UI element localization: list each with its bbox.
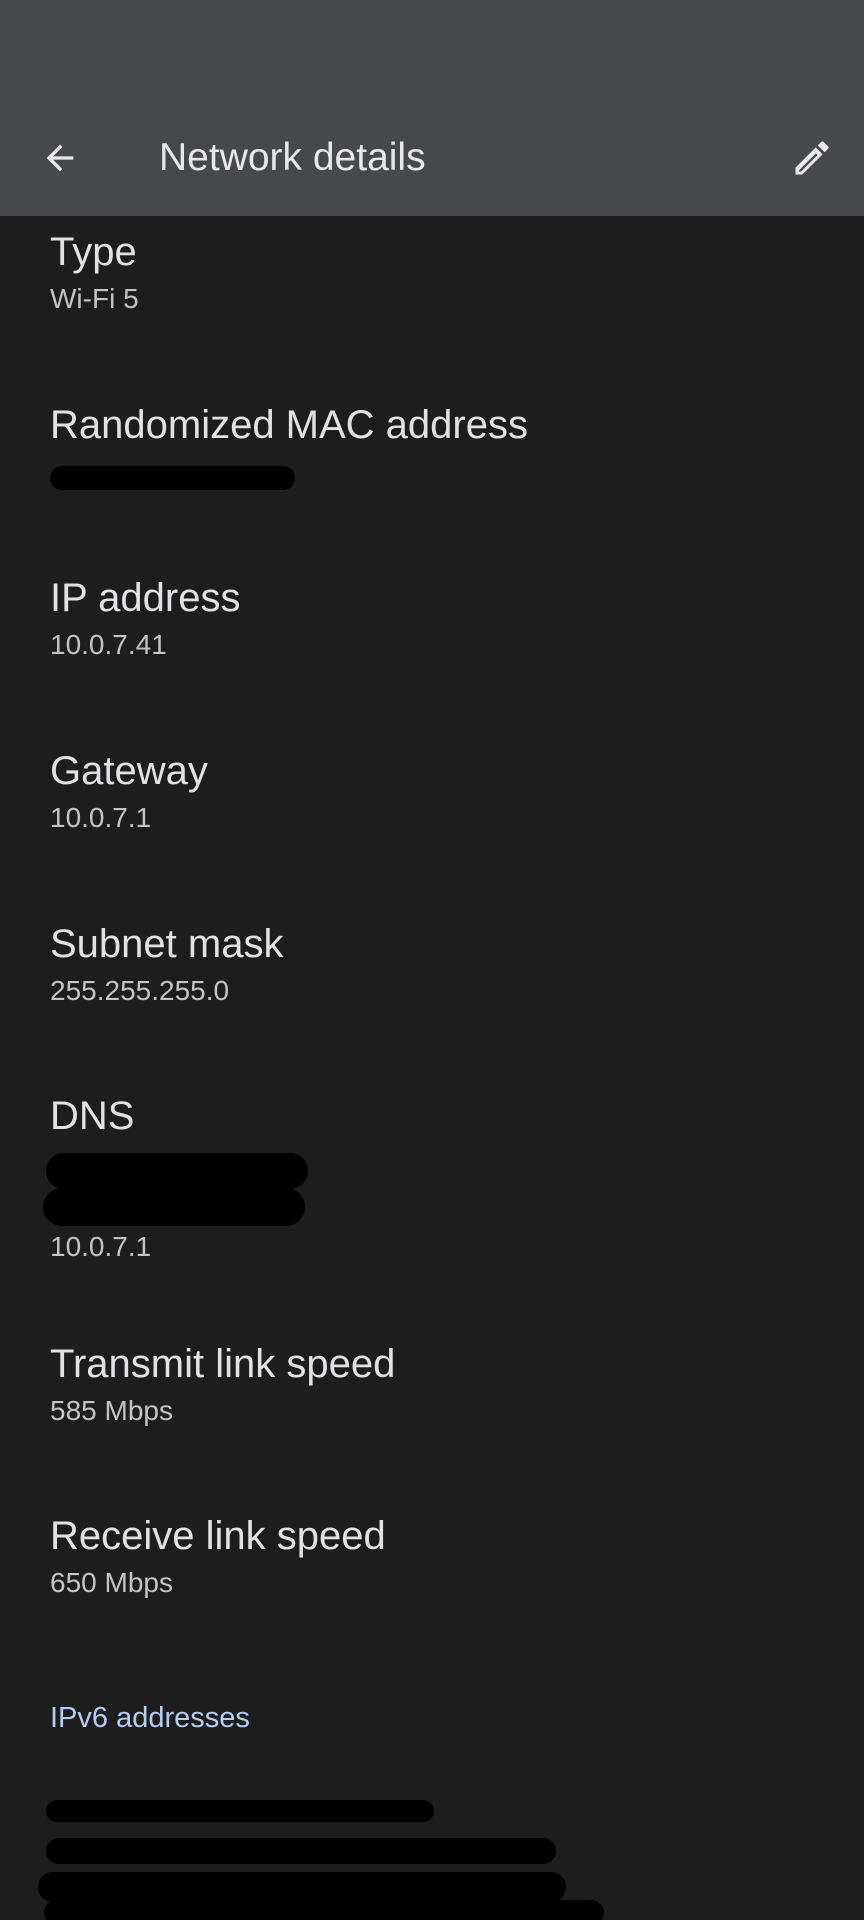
arrow-back-icon [46, 144, 74, 172]
receive-speed-row: Receive link speed 650 Mbps [50, 1510, 830, 1602]
ip-address-title: IP address [50, 576, 241, 620]
subnet-mask-value: 255.255.255.0 [50, 975, 230, 1006]
subnet-mask-title: Subnet mask [50, 922, 284, 966]
redacted-ipv6-line-1 [46, 1800, 434, 1822]
ip-address-row: IP address 10.0.7.41 [50, 572, 830, 664]
receive-speed-title: Receive link speed [50, 1514, 386, 1558]
page-title: Network details [159, 136, 426, 179]
gateway-title: Gateway [50, 749, 208, 793]
redacted-dns-line-1 [46, 1153, 308, 1189]
receive-speed-value: 650 Mbps [50, 1567, 173, 1598]
ipv6-section-header: IPv6 addresses [50, 1702, 250, 1734]
type-value: Wi-Fi 5 [50, 283, 139, 314]
dns-value: 10.0.7.1 [50, 1231, 152, 1262]
transmit-speed-row: Transmit link speed 585 Mbps [50, 1338, 830, 1430]
transmit-speed-value: 585 Mbps [50, 1395, 173, 1426]
redacted-mac-value [50, 466, 295, 490]
dns-title: DNS [50, 1094, 135, 1138]
redacted-ipv6-line-4 [44, 1900, 604, 1920]
dns-row: DNS [50, 1090, 830, 1142]
edit-pencil-icon [795, 141, 829, 175]
redacted-dns-line-2 [43, 1188, 305, 1226]
gateway-value: 10.0.7.1 [50, 802, 152, 833]
ip-address-value: 10.0.7.41 [50, 629, 167, 660]
redacted-ipv6-line-2 [46, 1838, 556, 1864]
subnet-mask-row: Subnet mask 255.255.255.0 [50, 918, 830, 1010]
type-row: Type Wi-Fi 5 [50, 226, 830, 318]
mac-address-title: Randomized MAC address [50, 403, 528, 447]
mac-address-row: Randomized MAC address [50, 399, 830, 451]
transmit-speed-title: Transmit link speed [50, 1342, 396, 1386]
top-app-bar: Network details [0, 0, 864, 216]
redacted-ipv6-line-3 [38, 1872, 566, 1902]
back-button[interactable] [30, 128, 90, 188]
type-title: Type [50, 230, 137, 274]
edit-button[interactable] [782, 128, 842, 188]
network-details-list[interactable]: Type Wi-Fi 5 Randomized MAC address IP a… [0, 216, 864, 1920]
gateway-row: Gateway 10.0.7.1 [50, 745, 830, 837]
